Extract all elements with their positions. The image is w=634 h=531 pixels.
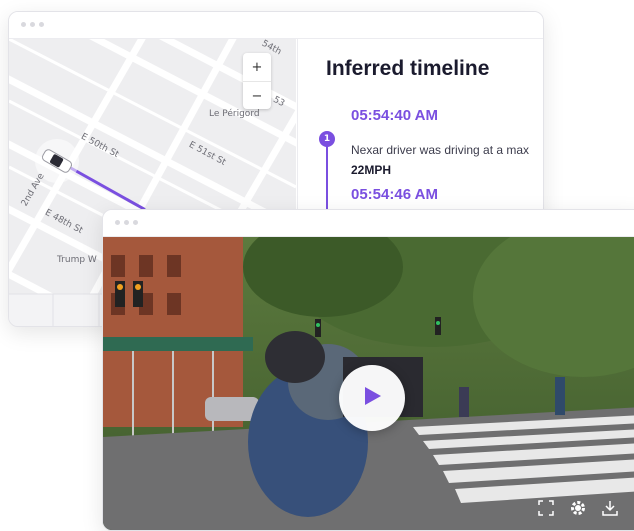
timeline-title: Inferred timeline [326, 57, 490, 80]
window-controls [21, 22, 44, 27]
timeline-badge-1: 1 [319, 131, 335, 147]
timeline-event-description: Nexar driver was driving at a max [351, 143, 530, 157]
maximize-dot[interactable] [133, 220, 138, 225]
window-controls [115, 220, 138, 225]
download-icon [602, 500, 618, 520]
timeline-event-time: 05:54:40 AM [351, 107, 438, 124]
window-titlebar [9, 12, 543, 39]
maximize-dot[interactable] [39, 22, 44, 27]
place-label-le-perigord: Le Périgord [209, 109, 260, 119]
fullscreen-icon [538, 500, 554, 520]
settings-button[interactable] [569, 501, 587, 519]
zoom-out-button[interactable]: − [243, 81, 271, 110]
play-icon [362, 385, 382, 411]
zoom-in-button[interactable]: + [243, 53, 271, 81]
place-label-trump: Trump W [57, 255, 97, 265]
timeline-event-time-2: 05:54:46 AM [351, 186, 438, 203]
fullscreen-button[interactable] [537, 500, 555, 520]
video-window [102, 209, 634, 531]
close-dot[interactable] [21, 22, 26, 27]
zoom-control: + − [243, 53, 271, 109]
close-dot[interactable] [115, 220, 120, 225]
dashcam-video[interactable] [103, 237, 634, 530]
timeline-event-speed: 22MPH [351, 163, 392, 177]
play-button[interactable] [339, 365, 405, 431]
download-button[interactable] [601, 501, 619, 519]
minimize-dot[interactable] [30, 22, 35, 27]
minimize-dot[interactable] [124, 220, 129, 225]
window-titlebar [103, 210, 634, 237]
